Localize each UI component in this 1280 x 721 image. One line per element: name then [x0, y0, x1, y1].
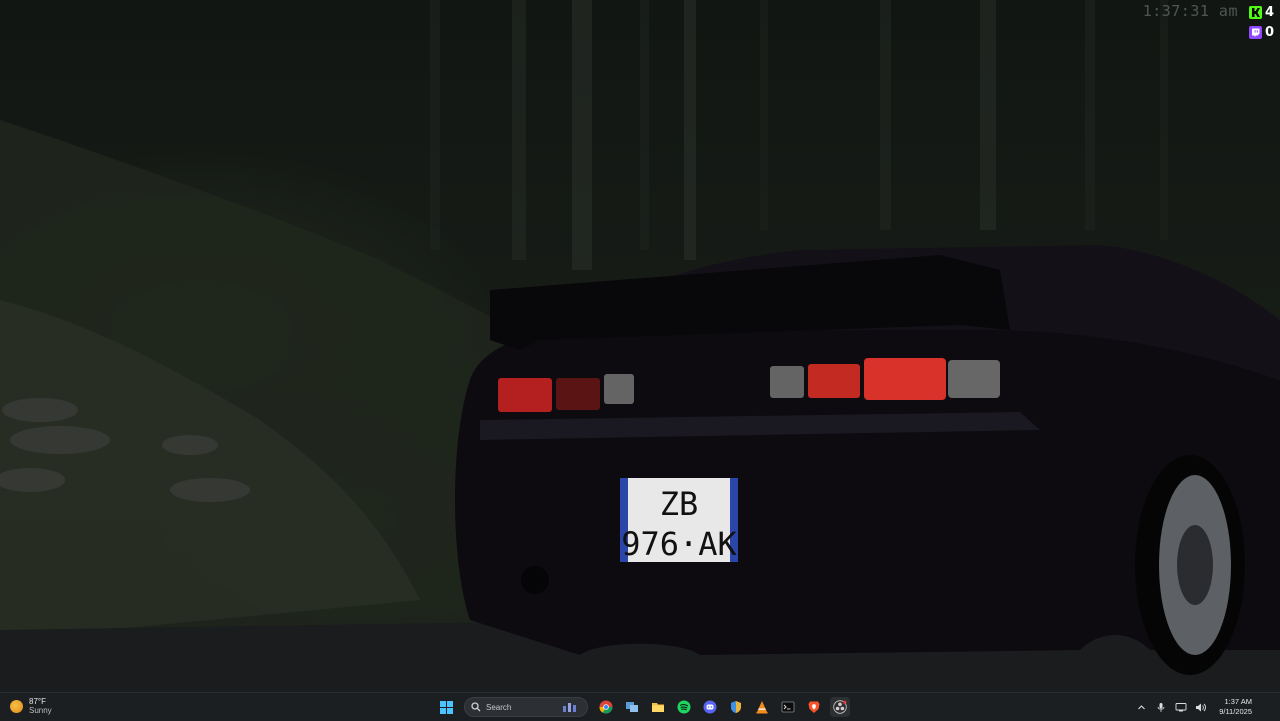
weather-condition: Sunny	[29, 706, 52, 715]
taskbar-app-vlc[interactable]	[752, 697, 772, 717]
brave-icon	[808, 701, 820, 713]
file-explorer-icon	[652, 703, 664, 712]
taskbar-app-file-explorer[interactable]	[648, 697, 668, 717]
volume-icon	[1196, 703, 1207, 711]
stream-counter-widget: 4 0	[1242, 2, 1274, 42]
taskbar-date: 9/11/2025	[1219, 707, 1252, 716]
plate-line-2: 976·AK	[621, 525, 737, 563]
system-tray: 1:37 AM 9/11/2025	[1135, 693, 1270, 721]
taskbar-center: Search	[436, 693, 850, 721]
weather-temperature: 87°F	[29, 697, 46, 706]
search-icon	[471, 702, 481, 712]
sun-icon	[10, 699, 23, 713]
chrome-icon	[599, 700, 613, 714]
task-view-icon	[626, 702, 638, 712]
network-icon	[1175, 702, 1187, 711]
windows-start-icon	[439, 700, 453, 714]
tray-overflow-button[interactable]	[1135, 701, 1147, 713]
taskbar-app-chrome[interactable]	[596, 697, 616, 717]
taskbar-app-brave[interactable]	[804, 697, 824, 717]
taskbar-app-obs[interactable]	[830, 697, 850, 717]
taskbar-search[interactable]: Search	[464, 697, 588, 717]
start-button[interactable]	[436, 697, 456, 717]
kick-icon	[1248, 5, 1262, 19]
terminal-icon	[781, 701, 795, 713]
show-desktop-button[interactable]	[1260, 700, 1270, 714]
vlc-icon	[756, 701, 768, 714]
desktop-wallpaper: ZB 976·AK	[0, 0, 1280, 692]
microphone-icon	[1157, 702, 1165, 712]
twitch-count: 0	[1264, 24, 1274, 40]
plate-line-1: ZB	[660, 485, 699, 523]
discord-icon	[703, 700, 717, 714]
taskbar: 87°F Sunny Search 1:37 AM 9/11/2025	[0, 692, 1280, 721]
search-placeholder: Search	[486, 702, 512, 712]
tray-network[interactable]	[1175, 701, 1187, 713]
taskbar-app-task-view[interactable]	[622, 697, 642, 717]
twitch-icon	[1248, 25, 1262, 39]
kick-counter: 4	[1242, 2, 1274, 22]
tray-microphone[interactable]	[1155, 701, 1167, 713]
twitch-counter: 0	[1242, 22, 1274, 42]
wallpaper-scene: ZB 976·AK	[0, 0, 1280, 692]
spotify-icon	[677, 700, 691, 714]
search-highlight-icon	[563, 703, 576, 712]
taskbar-app-shield[interactable]	[726, 697, 746, 717]
obs-icon	[833, 700, 847, 714]
overlay-clock: 1:37:31 am	[1142, 2, 1238, 20]
chevron-up-icon	[1137, 704, 1145, 709]
taskbar-app-terminal[interactable]	[778, 697, 798, 717]
taskbar-app-spotify[interactable]	[674, 697, 694, 717]
taskbar-time: 1:37 AM	[1224, 697, 1252, 706]
taskbar-app-discord[interactable]	[700, 697, 720, 717]
weather-widget[interactable]: 87°F Sunny	[10, 697, 52, 715]
taskbar-clock[interactable]: 1:37 AM 9/11/2025	[1219, 697, 1252, 717]
tray-volume[interactable]	[1195, 701, 1207, 713]
kick-count: 4	[1264, 4, 1274, 20]
shield-app-icon	[731, 701, 741, 713]
